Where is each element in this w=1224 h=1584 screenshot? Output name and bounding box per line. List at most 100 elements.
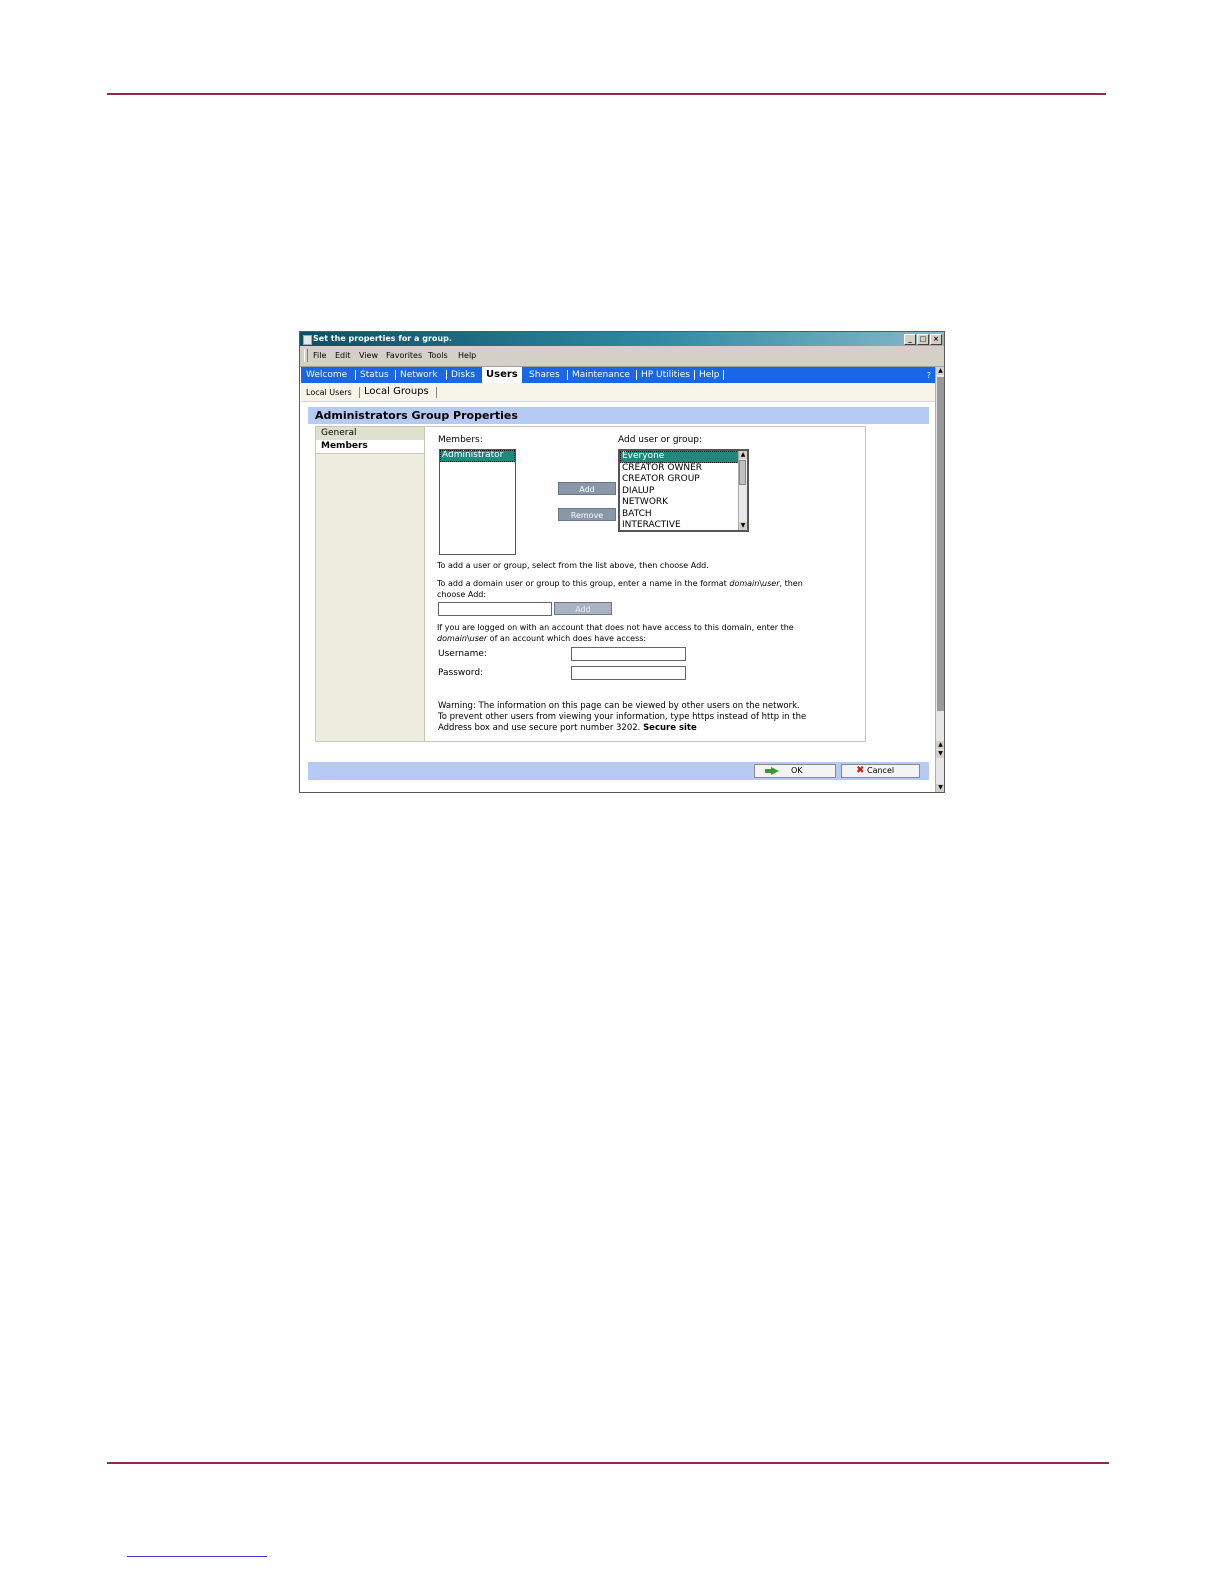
scroll-down-icon[interactable]: ▼ xyxy=(936,750,944,758)
instruction-credentials-domain: domain xyxy=(437,634,467,643)
scroll-up-icon[interactable]: ▲ xyxy=(739,451,747,459)
cancel-label: Cancel xyxy=(867,766,895,775)
nav-separator xyxy=(694,370,695,380)
list-item[interactable]: CREATOR OWNER xyxy=(620,463,747,475)
action-bar: OK ✖ Cancel xyxy=(308,762,929,780)
menu-favorites[interactable]: Favorites xyxy=(386,351,422,360)
window-controls: _ □ × xyxy=(904,334,942,345)
scroll-down-icon[interactable]: ▼ xyxy=(936,784,944,792)
browser-icon xyxy=(303,335,312,345)
browser-window: Set the properties for a group. _ □ × Fi… xyxy=(299,331,945,793)
warning-line-2: To prevent other users from viewing your… xyxy=(438,712,807,722)
subnav-local-users[interactable]: Local Users xyxy=(306,388,352,397)
tab-general[interactable]: General xyxy=(316,427,424,441)
bottom-rule xyxy=(107,1462,1109,1464)
warning-line-3: Address box and use secure port number 3… xyxy=(438,723,644,733)
list-item[interactable]: INTERACTIVE xyxy=(620,520,747,530)
page-title: Administrators Group Properties xyxy=(308,407,929,424)
secure-site-link[interactable]: Secure site xyxy=(643,723,697,733)
list-scrollbar[interactable]: ▲ ▼ xyxy=(738,451,747,530)
main-nav: Welcome Status Network Disks Users Share… xyxy=(301,367,935,383)
page-content: Administrators Group Properties General … xyxy=(301,402,935,792)
scroll-thumb[interactable] xyxy=(739,460,746,485)
list-item[interactable]: NETWORK xyxy=(620,497,747,509)
nav-tab-status[interactable]: Status xyxy=(360,370,389,380)
nav-tab-users[interactable]: Users xyxy=(482,367,522,383)
add-button[interactable]: Add xyxy=(558,482,616,495)
subnav-separator xyxy=(359,387,360,398)
members-panel: Members: Administrator Add Remove Add us… xyxy=(425,426,866,742)
instruction-select: To add a user or group, select from the … xyxy=(437,561,709,570)
list-item[interactable]: Everyone xyxy=(620,451,747,463)
instruction-choose-add: choose Add: xyxy=(437,590,487,599)
nav-tab-disks[interactable]: Disks xyxy=(451,370,475,380)
menu-tools[interactable]: Tools xyxy=(428,351,448,360)
top-rule xyxy=(107,93,1106,95)
close-icon: ✖ xyxy=(856,765,865,776)
instruction-credentials: If you are logged on with an account tha… xyxy=(437,622,862,644)
password-label: Password: xyxy=(438,668,484,678)
window-title: Set the properties for a group. xyxy=(313,334,452,343)
nav-tab-network[interactable]: Network xyxy=(400,370,438,380)
nav-separator xyxy=(395,370,396,380)
instruction-domain-text: To add a domain user or group to this gr… xyxy=(437,579,730,588)
menu-help[interactable]: Help xyxy=(458,351,476,360)
property-tabs: General Members xyxy=(315,426,425,742)
list-item[interactable]: CREATOR GROUP xyxy=(620,474,747,486)
menu-view[interactable]: View xyxy=(359,351,378,360)
nav-separator xyxy=(567,370,568,380)
instruction-user-word: user xyxy=(762,579,780,588)
subnav-separator xyxy=(436,387,437,398)
tab-members[interactable]: Members xyxy=(316,440,424,454)
nav-separator xyxy=(446,370,447,380)
list-item[interactable]: Administrator xyxy=(440,450,515,462)
add-user-label: Add user or group: xyxy=(618,435,703,445)
domain-user-input[interactable] xyxy=(438,602,552,616)
security-warning: Warning: The information on this page ca… xyxy=(438,701,863,734)
menu-file[interactable]: File xyxy=(313,351,326,360)
toolbar-grip xyxy=(304,349,308,362)
scroll-thumb[interactable] xyxy=(937,377,944,711)
menu-bar: File Edit View Favorites Tools Help xyxy=(300,346,944,367)
nav-tab-shares[interactable]: Shares xyxy=(529,370,560,380)
password-field[interactable] xyxy=(571,666,686,680)
username-field[interactable] xyxy=(571,647,686,661)
menu-edit[interactable]: Edit xyxy=(335,351,351,360)
instruction-credentials-text: If you are logged on with an account tha… xyxy=(437,623,794,632)
instruction-credentials-user: user xyxy=(469,634,488,643)
list-item[interactable]: DIALUP xyxy=(620,486,747,498)
title-bar: Set the properties for a group. _ □ × xyxy=(300,332,944,346)
sub-nav: Local Users Local Groups xyxy=(301,383,935,402)
maximize-button[interactable]: □ xyxy=(917,334,929,345)
scroll-down-icon[interactable]: ▼ xyxy=(739,522,747,530)
instruction-domain-word: domain xyxy=(729,579,760,588)
scroll-up-icon[interactable]: ▲ xyxy=(936,741,944,749)
nav-tab-welcome[interactable]: Welcome xyxy=(306,370,347,380)
cancel-button[interactable]: ✖ Cancel xyxy=(841,764,920,778)
nav-separator xyxy=(723,370,724,380)
page-scrollbar[interactable]: ▲ ▲ ▼ ▼ xyxy=(935,367,944,792)
instruction-credentials-tail: of an account which does have access: xyxy=(487,634,647,643)
nav-tab-help[interactable]: Help xyxy=(699,370,720,380)
arrow-right-icon xyxy=(765,767,779,775)
members-list[interactable]: Administrator xyxy=(439,449,516,555)
subnav-local-groups[interactable]: Local Groups xyxy=(364,386,429,397)
members-label: Members: xyxy=(438,435,483,445)
domain-add-button[interactable]: Add xyxy=(554,602,612,615)
remove-button[interactable]: Remove xyxy=(558,508,616,521)
minimize-button[interactable]: _ xyxy=(904,334,916,345)
list-item[interactable]: BATCH xyxy=(620,509,747,521)
warning-line-1: Warning: The information on this page ca… xyxy=(438,701,800,711)
ok-label: OK xyxy=(791,766,803,775)
instruction-domain-tail: , then xyxy=(779,579,803,588)
username-label: Username: xyxy=(438,649,487,659)
nav-tab-maintenance[interactable]: Maintenance xyxy=(572,370,630,380)
nav-tab-hp-utilities[interactable]: HP Utilities xyxy=(641,370,690,380)
nav-separator xyxy=(355,370,356,380)
available-list[interactable]: Everyone CREATOR OWNER CREATOR GROUP DIA… xyxy=(618,449,749,532)
scroll-up-icon[interactable]: ▲ xyxy=(936,367,944,375)
nav-separator xyxy=(636,370,637,380)
close-button[interactable]: × xyxy=(930,334,942,345)
ok-button[interactable]: OK xyxy=(754,764,836,778)
help-icon[interactable]: ? xyxy=(927,371,931,380)
